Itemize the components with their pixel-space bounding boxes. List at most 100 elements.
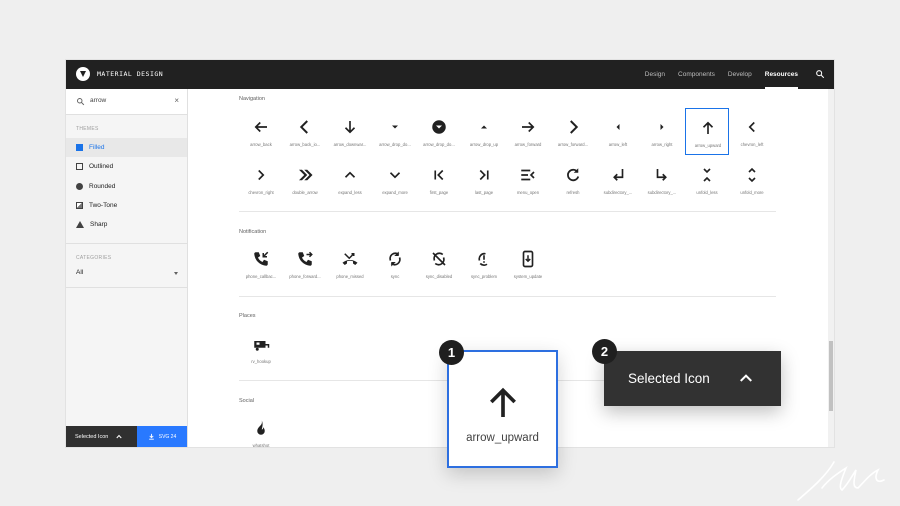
arrow-drop-up-icon	[481, 125, 487, 129]
chevron-up-icon	[740, 374, 752, 382]
icon-last-page[interactable]: last_page	[462, 156, 506, 203]
icon-name: phone_missed	[336, 274, 364, 279]
sync-disabled-icon	[432, 252, 446, 266]
icon-system-update[interactable]: system_update	[506, 240, 550, 287]
icon-menu-open[interactable]: menu_open	[506, 156, 550, 203]
sharp-theme-icon	[76, 221, 84, 228]
icon-name: arrow_forward	[514, 142, 542, 147]
arrow-drop-down-icon	[392, 125, 398, 129]
category-title: Notification	[239, 229, 267, 235]
icon-arrow-forward-ios[interactable]: arrow_forward...	[551, 108, 595, 155]
icon-name: arrow_left	[608, 142, 628, 147]
icon-arrow-right[interactable]: arrow_right	[640, 108, 684, 155]
icon-subdirectory-arrow-right[interactable]: subdirectory_...	[640, 156, 684, 203]
zoomed-icon-card[interactable]: arrow_upward	[447, 350, 558, 468]
search-icon[interactable]	[815, 69, 825, 79]
vertical-scrollbar[interactable]	[828, 89, 834, 447]
selected-icon-label: Selected Icon	[75, 433, 109, 440]
arrow-downward-icon	[344, 121, 356, 134]
selection-bar: Selected Icon SVG 24	[66, 426, 187, 447]
icon-unfold-less[interactable]: unfold_less	[685, 156, 729, 203]
top-app-bar: MATERIAL DESIGN Design Components Develo…	[66, 60, 834, 89]
step-badge-1: 1	[439, 340, 464, 365]
icon-arrow-back[interactable]: arrow_back	[239, 108, 283, 155]
arrow-back-ios-icon	[299, 120, 308, 134]
nav-resources[interactable]: Resources	[764, 60, 799, 89]
icon-name: sync_problem	[470, 274, 498, 279]
download-label: SVG 24	[158, 433, 177, 440]
menu-open-icon	[521, 169, 535, 181]
icon-rv-hookup[interactable]: rv_hookup	[239, 325, 283, 372]
icon-arrow-forward[interactable]: arrow_forward	[506, 108, 550, 155]
icon-arrow-left[interactable]: arrow_left	[596, 108, 640, 155]
icon-phone-missed[interactable]: phone_missed	[328, 240, 372, 287]
icon-chevron-left[interactable]: chevron_left	[730, 108, 774, 155]
theme-label: Rounded	[89, 183, 116, 190]
phone-forwarded-icon	[298, 251, 313, 266]
icon-chevron-right[interactable]: chevron_right	[239, 156, 283, 203]
double-arrow-icon	[299, 169, 313, 181]
icon-sync[interactable]: sync	[373, 240, 417, 287]
search-input[interactable]: arrow	[90, 97, 106, 104]
signature-watermark	[797, 461, 885, 501]
icon-unfold-more[interactable]: unfold_more	[730, 156, 774, 203]
zoomed-selected-icon-panel[interactable]: Selected Icon	[604, 351, 781, 406]
search-icon	[77, 98, 85, 106]
selected-icon-button[interactable]: Selected Icon	[66, 426, 137, 447]
icon-sync-problem[interactable]: sync_problem	[462, 240, 506, 287]
icon-phone-forwarded[interactable]: phone_forward...	[283, 240, 327, 287]
sidebar: arrow × THEMES Filled Outlined Rounded T…	[66, 89, 188, 447]
icon-name: arrow_right	[651, 142, 673, 147]
zoomed-icon-name: arrow_upward	[466, 432, 539, 444]
icon-name: arrow_back_io...	[289, 142, 321, 147]
icon-expand-more[interactable]: expand_more	[373, 156, 417, 203]
close-icon[interactable]: ×	[174, 96, 179, 105]
chevron-right-icon	[258, 169, 265, 181]
icon-phone-callback[interactable]: phone_callbac...	[239, 240, 283, 287]
theme-two-tone[interactable]: Two-Tone	[66, 196, 187, 215]
icon-name: subdirectory_...	[603, 190, 633, 195]
category-select[interactable]: All	[76, 269, 178, 281]
icon-refresh[interactable]: refresh	[551, 156, 595, 203]
nav-develop[interactable]: Develop	[728, 60, 752, 89]
icon-name: arrow_downwar...	[333, 142, 367, 147]
outlined-theme-icon	[76, 163, 83, 170]
theme-rounded[interactable]: Rounded	[66, 177, 187, 196]
download-svg-button[interactable]: SVG 24	[137, 426, 187, 447]
icon-whatshot[interactable]: whatshot	[239, 409, 283, 447]
icon-arrow-drop-down-circle[interactable]: arrow_drop_do...	[417, 108, 461, 155]
icon-double-arrow[interactable]: double_arrow	[283, 156, 327, 203]
icon-arrow-upward[interactable]: arrow_upward	[685, 108, 729, 155]
theme-sharp[interactable]: Sharp	[66, 215, 187, 234]
icon-arrow-back-ios[interactable]: arrow_back_io...	[283, 108, 327, 155]
nav-design[interactable]: Design	[645, 60, 665, 89]
icon-name: arrow_back	[250, 142, 272, 147]
icon-arrow-drop-down[interactable]: arrow_drop_do...	[373, 108, 417, 155]
icon-subdirectory-arrow-left[interactable]: subdirectory_...	[596, 156, 640, 203]
theme-outlined[interactable]: Outlined	[66, 157, 187, 176]
icon-first-page[interactable]: first_page	[417, 156, 461, 203]
nav-components[interactable]: Components	[678, 60, 715, 89]
last-page-icon	[479, 169, 489, 181]
arrow-right-icon	[660, 124, 664, 130]
icon-name: unfold_more	[740, 190, 764, 195]
category-title: Navigation	[239, 96, 265, 102]
icon-name: sync	[390, 274, 400, 279]
icon-sync-disabled[interactable]: sync_disabled	[417, 240, 461, 287]
theme-filled[interactable]: Filled	[66, 138, 187, 157]
icon-name: arrow_drop_do...	[379, 142, 411, 147]
rv-hookup-icon	[254, 341, 270, 351]
icon-name: rv_hookup	[251, 359, 271, 364]
brand[interactable]: MATERIAL DESIGN	[76, 67, 163, 81]
icon-name: arrow_drop_do...	[423, 142, 455, 147]
icon-name: unfold_less	[696, 190, 718, 195]
icon-name: first_page	[429, 190, 449, 195]
icon-arrow-downward[interactable]: arrow_downwar...	[328, 108, 372, 155]
icon-name: refresh	[566, 190, 580, 195]
expand-less-icon	[344, 171, 356, 178]
icon-search-field[interactable]: arrow ×	[66, 89, 187, 115]
icon-arrow-drop-up[interactable]: arrow_drop_up	[462, 108, 506, 155]
scrollbar-thumb[interactable]	[829, 341, 833, 411]
icon-expand-less[interactable]: expand_less	[328, 156, 372, 203]
category-title: Places	[239, 313, 256, 319]
